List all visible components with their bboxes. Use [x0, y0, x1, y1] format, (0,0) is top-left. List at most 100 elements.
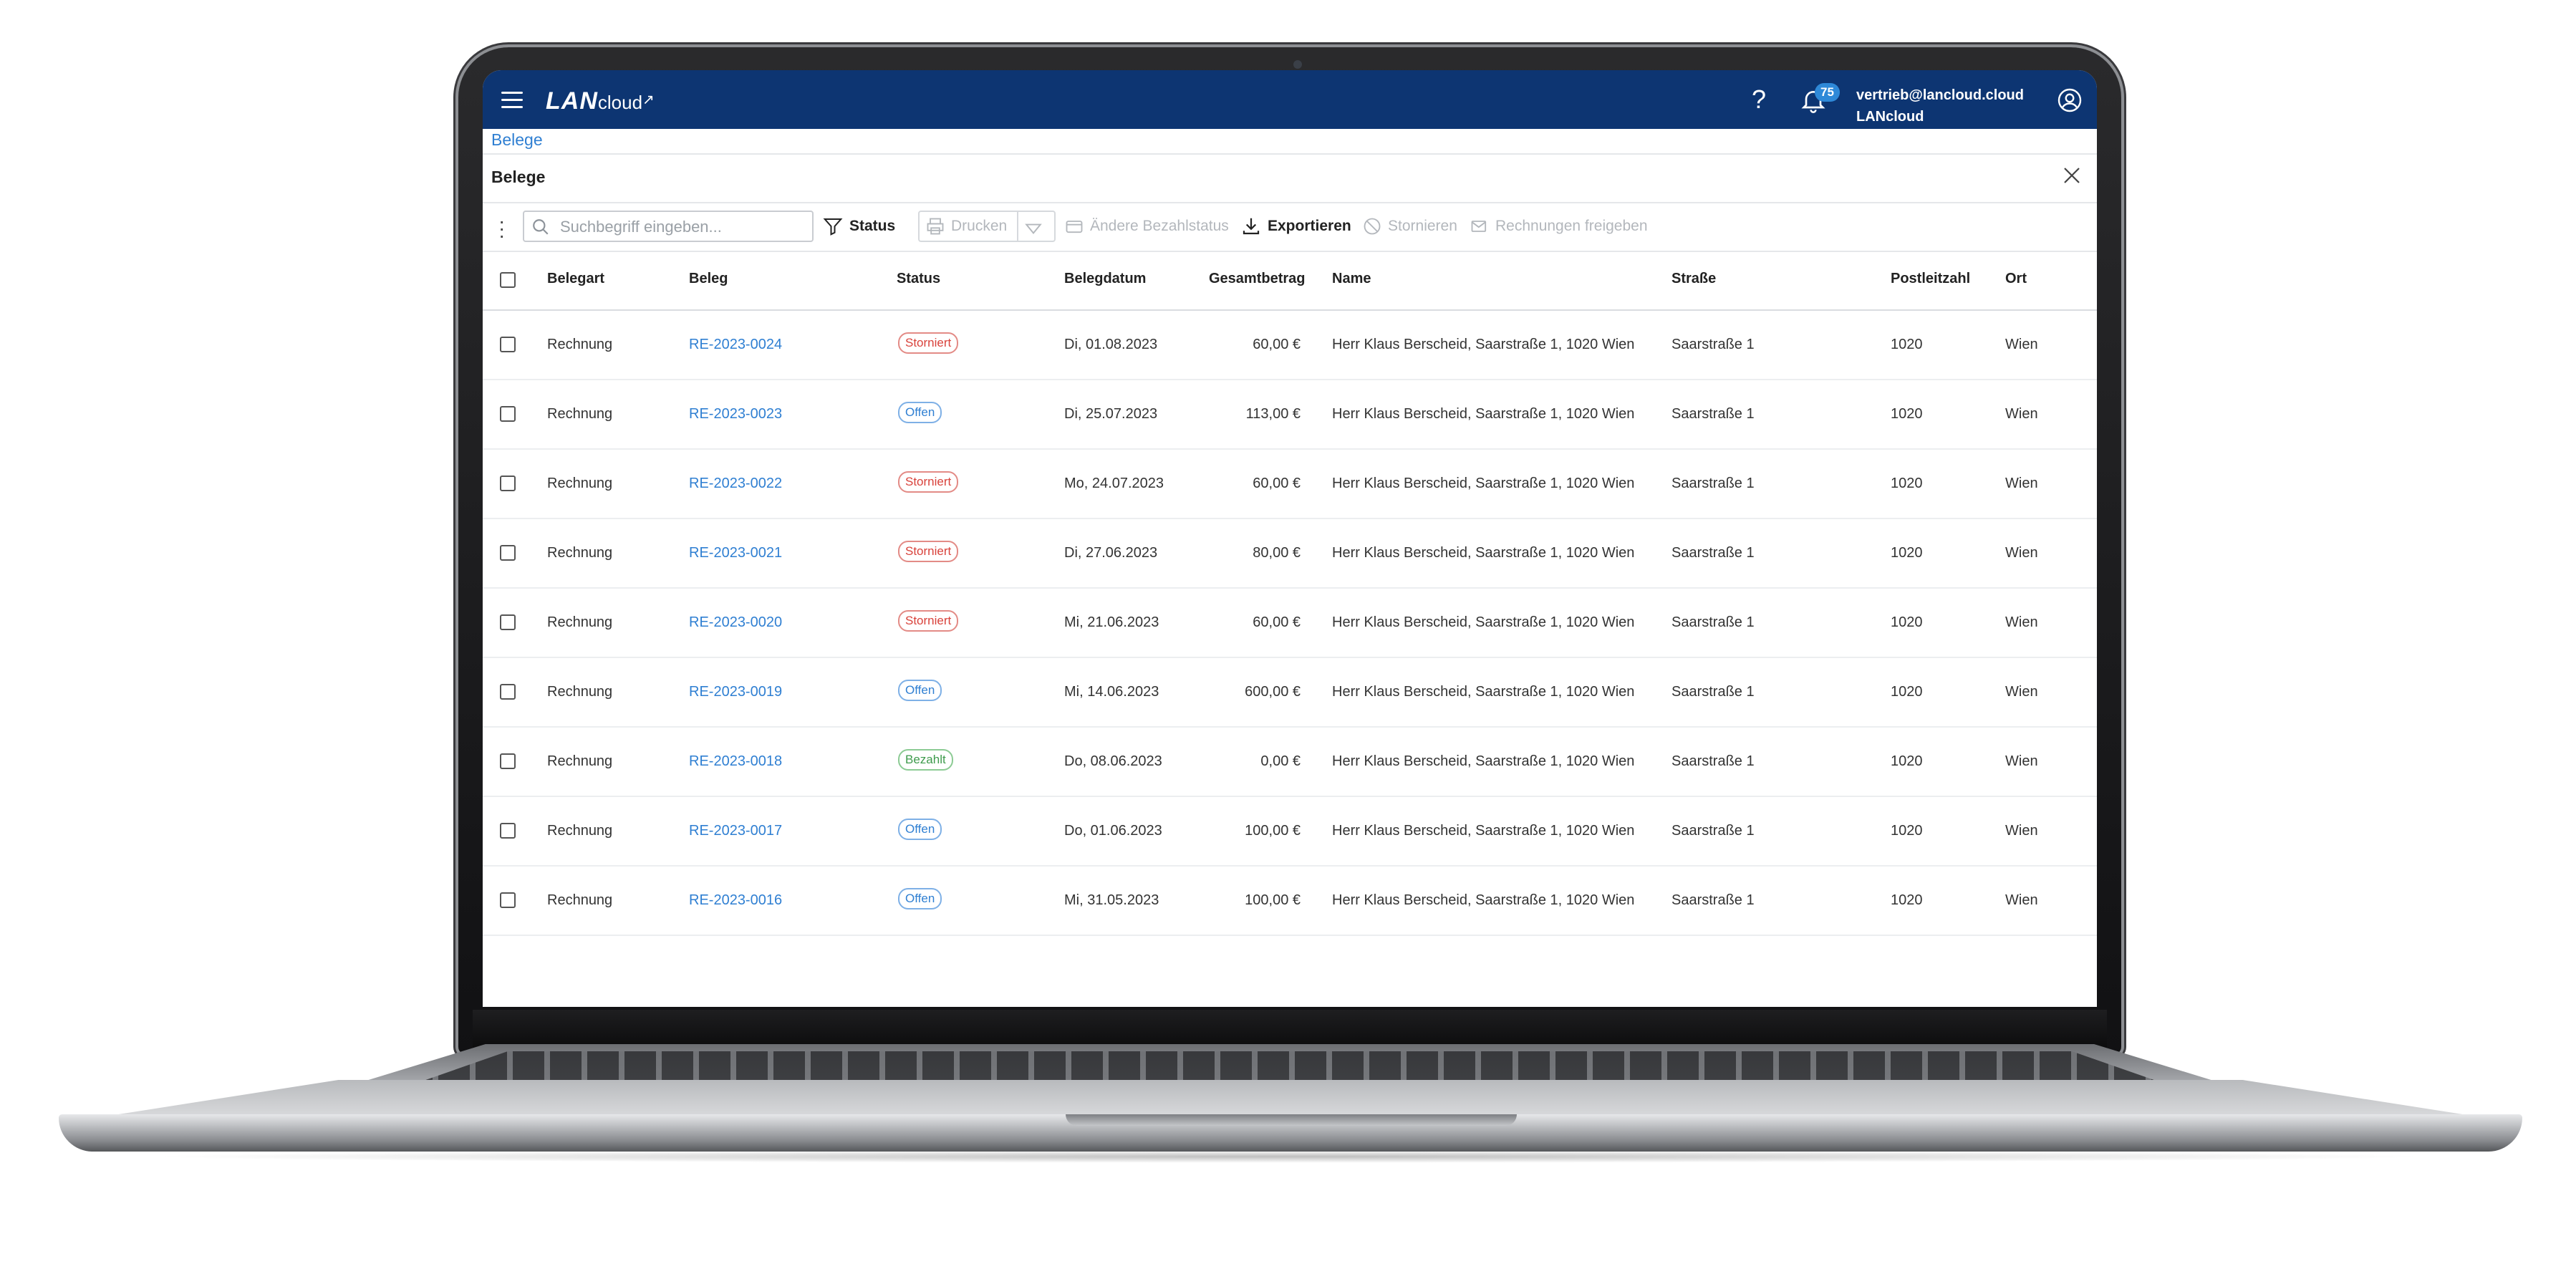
column-header-ort[interactable]: Ort — [2005, 271, 2027, 287]
cell-ort: Wien — [2005, 406, 2038, 422]
page-title: Belege — [491, 168, 546, 186]
cell-ort: Wien — [2005, 753, 2038, 769]
row-checkbox[interactable] — [500, 476, 516, 491]
divider — [483, 153, 2097, 155]
cell-belegdatum: Di, 27.06.2023 — [1064, 545, 1158, 561]
table-row[interactable]: Rechnung RE-2023-0022 Storniert Mo, 24.07.2… — [483, 450, 2097, 519]
search-input[interactable] — [559, 215, 805, 239]
status-badge: Offen — [898, 819, 942, 840]
row-checkbox[interactable] — [500, 823, 516, 839]
table-row[interactable]: Rechnung RE-2023-0018 Bezahlt Do, 08.06.202… — [483, 728, 2097, 797]
top-bar: LANcloud↗ ? 75 vertrieb@lancloud.cloud L… — [483, 70, 2097, 129]
user-info[interactable]: vertrieb@lancloud.cloud LANcloud — [1856, 85, 2024, 127]
chevron-down-icon[interactable] — [1024, 221, 1043, 236]
column-header-belegdatum[interactable]: Belegdatum — [1064, 271, 1146, 287]
status-badge: Storniert — [898, 541, 959, 562]
laptop-shadow — [143, 1150, 2435, 1163]
release-invoices-button[interactable]: Rechnungen freigeben — [1470, 212, 1648, 241]
column-header-beleg[interactable]: Beleg — [689, 271, 728, 287]
user-company: LANcloud — [1856, 109, 1924, 125]
cell-belegdatum: Mo, 24.07.2023 — [1064, 476, 1164, 491]
payment-icon — [1066, 221, 1083, 233]
cell-gesamtbetrag: 60,00 € — [1253, 337, 1301, 352]
column-header-strasse[interactable]: Straße — [1671, 271, 1716, 287]
row-checkbox[interactable] — [500, 614, 516, 630]
table-row[interactable]: Rechnung RE-2023-0016 Offen Mi, 31.05.2023 1… — [483, 867, 2097, 936]
printer-icon — [927, 218, 944, 235]
table-row[interactable]: Rechnung RE-2023-0019 Offen Mi, 14.06.2023 6… — [483, 658, 2097, 728]
export-label: Exportieren — [1268, 218, 1351, 234]
row-checkbox[interactable] — [500, 545, 516, 561]
cell-beleg-link[interactable]: RE-2023-0024 — [689, 337, 782, 353]
cell-beleg-link[interactable]: RE-2023-0022 — [689, 476, 782, 492]
select-all-checkbox[interactable] — [500, 272, 516, 288]
cell-beleg-link[interactable]: RE-2023-0016 — [689, 892, 782, 909]
account-icon[interactable] — [2057, 87, 2083, 113]
close-icon[interactable] — [2061, 165, 2083, 186]
cell-postleitzahl: 1020 — [1891, 476, 1923, 491]
column-header-postleitzahl[interactable]: Postleitzahl — [1891, 271, 1970, 287]
filter-icon — [823, 218, 843, 236]
cell-gesamtbetrag: 60,00 € — [1253, 476, 1301, 491]
cell-gesamtbetrag: 113,00 € — [1245, 406, 1301, 422]
cell-beleg-link[interactable]: RE-2023-0023 — [689, 406, 782, 423]
cell-belegart: Rechnung — [547, 337, 613, 352]
column-header-name[interactable]: Name — [1332, 271, 1371, 287]
status-filter-label: Status — [849, 218, 896, 234]
cell-name: Herr Klaus Berscheid, Saarstraße 1, 1020… — [1332, 753, 1635, 769]
cell-belegart: Rechnung — [547, 892, 613, 908]
cell-name: Herr Klaus Berscheid, Saarstraße 1, 1020… — [1332, 892, 1635, 908]
cell-gesamtbetrag: 60,00 € — [1253, 614, 1301, 630]
change-payment-status-button[interactable]: Ändere Bezahlstatus — [1064, 212, 1229, 241]
more-options-icon[interactable]: · · · — [498, 211, 505, 246]
cell-gesamtbetrag: 0,00 € — [1260, 753, 1301, 769]
table-row[interactable]: Rechnung RE-2023-0021 Storniert Di, 27.06.2… — [483, 519, 2097, 589]
column-header-belegart[interactable]: Belegart — [547, 271, 604, 287]
breadcrumb[interactable]: Belege — [491, 130, 543, 150]
cell-belegart: Rechnung — [547, 753, 613, 769]
cell-strasse: Saarstraße 1 — [1671, 476, 1755, 491]
app-logo[interactable]: LANcloud↗ — [546, 87, 655, 115]
row-checkbox[interactable] — [500, 337, 516, 352]
status-filter-button[interactable]: Status — [822, 212, 895, 241]
export-button[interactable]: Exportieren — [1240, 212, 1351, 241]
cell-ort: Wien — [2005, 892, 2038, 908]
table-row[interactable]: Rechnung RE-2023-0017 Offen Do, 01.06.2023 1… — [483, 797, 2097, 867]
send-invoice-icon — [1471, 221, 1487, 233]
cell-beleg-link[interactable]: RE-2023-0017 — [689, 823, 782, 839]
table-row[interactable]: Rechnung RE-2023-0020 Storniert Mi, 21.06.2… — [483, 589, 2097, 658]
table-header: Belegart Beleg Status Belegdatum Gesamtb… — [483, 252, 2097, 309]
cell-ort: Wien — [2005, 823, 2038, 839]
cell-beleg-link[interactable]: RE-2023-0020 — [689, 614, 782, 631]
column-header-status[interactable]: Status — [897, 271, 940, 287]
row-checkbox[interactable] — [500, 406, 516, 422]
cancel-document-button[interactable]: Stornieren — [1362, 212, 1457, 241]
row-checkbox[interactable] — [500, 892, 516, 908]
cell-name: Herr Klaus Berscheid, Saarstraße 1, 1020… — [1332, 337, 1635, 352]
help-icon[interactable]: ? — [1752, 85, 1766, 115]
table-row[interactable]: Rechnung RE-2023-0024 Storniert Di, 01.08.2… — [483, 311, 2097, 380]
table-row[interactable]: Rechnung RE-2023-0023 Offen Di, 25.07.2023 1… — [483, 380, 2097, 450]
row-checkbox[interactable] — [500, 684, 516, 700]
cell-belegart: Rechnung — [547, 614, 613, 630]
column-header-gesamtbetrag[interactable]: Gesamtbetrag — [1209, 271, 1306, 287]
download-icon — [1243, 218, 1260, 235]
cell-postleitzahl: 1020 — [1891, 823, 1923, 839]
cell-ort: Wien — [2005, 614, 2038, 630]
search-field[interactable] — [523, 211, 814, 242]
cell-beleg-link[interactable]: RE-2023-0018 — [689, 753, 782, 770]
menu-icon[interactable] — [501, 92, 523, 109]
logo-arrow: ↗ — [642, 92, 655, 108]
cell-belegdatum: Di, 01.08.2023 — [1064, 337, 1158, 352]
cancel-document-label: Stornieren — [1388, 218, 1457, 234]
cell-beleg-link[interactable]: RE-2023-0019 — [689, 684, 782, 700]
cell-strasse: Saarstraße 1 — [1671, 614, 1755, 630]
cell-belegdatum: Do, 08.06.2023 — [1064, 753, 1162, 769]
cell-belegdatum: Mi, 31.05.2023 — [1064, 892, 1159, 908]
cell-postleitzahl: 1020 — [1891, 684, 1923, 700]
row-checkbox[interactable] — [500, 753, 516, 769]
print-button[interactable]: Drucken — [925, 212, 1007, 241]
cell-beleg-link[interactable]: RE-2023-0021 — [689, 545, 782, 561]
cell-ort: Wien — [2005, 684, 2038, 700]
cell-gesamtbetrag: 600,00 € — [1245, 684, 1301, 700]
